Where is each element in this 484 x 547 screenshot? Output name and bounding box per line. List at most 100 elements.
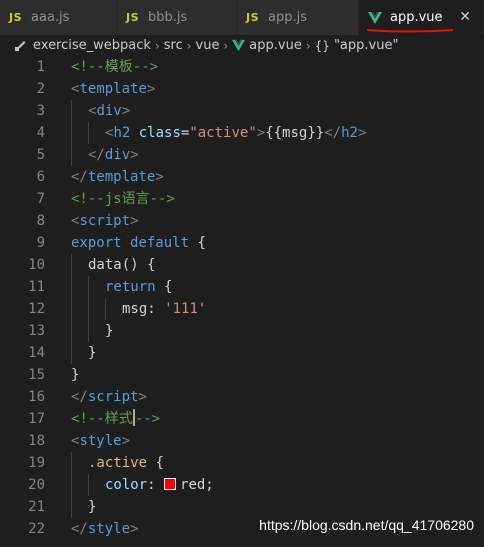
tab-app-js[interactable]: JS app.js (237, 0, 359, 35)
code-token: div (104, 147, 131, 163)
breadcrumb-item[interactable]: "app.vue" (334, 38, 399, 53)
indent-guide (71, 100, 72, 122)
code-line[interactable]: 20 color: red; (0, 474, 484, 496)
code-token: h2 (341, 125, 358, 141)
code-token: script (79, 213, 131, 229)
breadcrumb-item[interactable]: vue (196, 38, 220, 53)
folder-icon (15, 41, 26, 51)
line-number: 9 (36, 235, 45, 251)
line-number: 20 (28, 477, 45, 493)
tab-label: bbb.js (148, 10, 188, 25)
code-line[interactable]: 2 <template> (0, 78, 484, 100)
code-line[interactable]: 12 msg: '111' (0, 298, 484, 320)
breadcrumb-separator: › (223, 38, 229, 53)
indent-guide (71, 144, 72, 166)
code-line[interactable]: 3 <div> (0, 100, 484, 122)
code-content: msg: '111' (122, 298, 206, 320)
code-token: red; (180, 477, 214, 493)
code-line[interactable]: 19 .active { (0, 452, 484, 474)
indent-guide (71, 474, 72, 496)
code-content: </div> (88, 144, 139, 166)
code-token: class (138, 125, 181, 141)
close-icon[interactable]: ✕ (459, 9, 471, 25)
code-token: { (155, 279, 173, 295)
code-line[interactable]: 7 <!--js语言--> (0, 188, 484, 210)
code-token: </ (88, 147, 105, 163)
line-number: 11 (28, 279, 45, 295)
tab-bbb-js[interactable]: JS bbb.js (117, 0, 237, 35)
code-content: <!--js语言--> (71, 188, 175, 210)
indent-guide (88, 320, 89, 342)
line-number: 6 (36, 169, 45, 185)
code-content: <!--模板--> (71, 56, 158, 78)
code-token: template (87, 169, 156, 185)
code-editor[interactable]: 1 <!--模板--> 2 <template> 3 <div> 4 <h2 class="a… (0, 56, 484, 547)
js-file-icon: JS (126, 11, 140, 24)
line-number: 10 (28, 257, 45, 273)
code-token: msg: (122, 301, 165, 317)
code-content: <style> (71, 430, 130, 452)
code-token: > (130, 213, 139, 229)
breadcrumb-item[interactable]: app.vue (249, 38, 302, 53)
code-line[interactable]: 14} (0, 342, 484, 364)
breadcrumb-item[interactable]: exercise_webpack (33, 38, 151, 53)
code-line[interactable]: 9 export default { (0, 232, 484, 254)
code-token: </ (71, 389, 88, 405)
code-token: { (147, 455, 164, 471)
code-token: > (130, 147, 139, 163)
code-token: > (357, 125, 367, 141)
code-content: </style> (71, 518, 138, 540)
code-token: } (88, 499, 97, 515)
code-content: <!--样式 --> (71, 408, 160, 430)
code-line[interactable]: 17 <!--样式 --> (0, 408, 484, 430)
code-token: } (71, 367, 80, 383)
indent-guide (71, 122, 72, 144)
code-line[interactable]: 16 </script> (0, 386, 484, 408)
code-token: > (138, 389, 147, 405)
code-token: data() { (88, 257, 156, 273)
code-token: export (71, 235, 122, 251)
code-content: .active { (88, 452, 164, 474)
breadcrumb-separator: › (186, 38, 192, 53)
js-file-icon: JS (246, 11, 260, 24)
indent-guide (71, 298, 72, 320)
red-color-swatch[interactable] (164, 478, 177, 490)
indent-guide (105, 298, 106, 320)
code-token: script (87, 389, 139, 405)
code-line[interactable]: 13} (0, 320, 484, 342)
code-token: > (146, 81, 156, 97)
code-content: export default { (71, 232, 206, 254)
code-line[interactable]: 1 <!--模板--> (0, 56, 484, 78)
line-number: 22 (28, 521, 45, 537)
line-number: 14 (28, 345, 45, 361)
indent-guide (71, 452, 72, 474)
code-token: {{msg}} (265, 125, 325, 141)
breadcrumb-separator: › (305, 38, 311, 53)
line-number: 2 (36, 81, 45, 97)
code-line[interactable]: 8 <script> (0, 210, 484, 232)
indent-guide (88, 276, 89, 298)
code-line[interactable]: 4 <h2 class="active">{{msg}}</h2> (0, 122, 484, 144)
code-content: <h2 class="active">{{msg}}</h2> (105, 122, 366, 144)
code-content: <template> (71, 78, 155, 100)
code-token: > (130, 521, 139, 537)
line-number: 17 (28, 411, 45, 427)
code-token: <!--模板--> (71, 59, 159, 75)
indent-guide (71, 342, 72, 364)
breadcrumb-item[interactable]: src (164, 38, 183, 53)
line-number: 21 (28, 499, 45, 515)
code-token: </ (324, 125, 342, 141)
line-number: 16 (28, 389, 45, 405)
code-token: default (130, 235, 190, 251)
code-line[interactable]: 10 data() { (0, 254, 484, 276)
code-line[interactable]: 15} (0, 364, 484, 386)
vue-file-icon (368, 11, 382, 24)
code-content: } (88, 342, 96, 364)
code-line[interactable]: 21} (0, 496, 484, 518)
code-line[interactable]: 5 </div> (0, 144, 484, 166)
tab-aaa-js[interactable]: JS aaa.js (0, 0, 117, 35)
code-line[interactable]: 11 return { (0, 276, 484, 298)
code-line[interactable]: 18 <style> (0, 430, 484, 452)
code-line[interactable]: 6 </template> (0, 166, 484, 188)
indent-guide (88, 298, 89, 320)
